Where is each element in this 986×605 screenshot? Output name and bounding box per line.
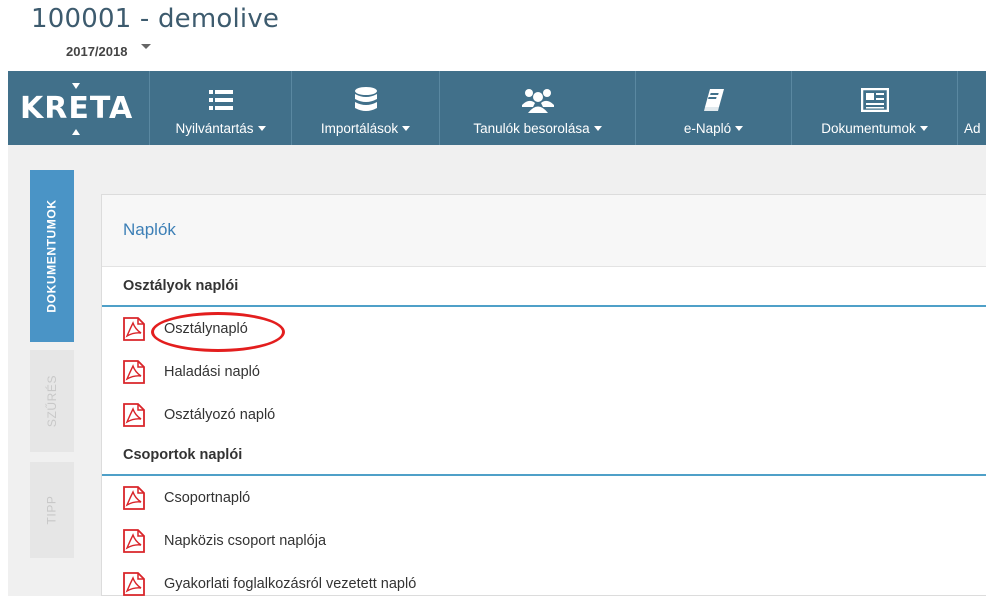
- list-icon: [208, 85, 233, 115]
- doc-link-csoportnaplo[interactable]: Csoportnapló: [102, 476, 986, 519]
- page-header: 100001 - demolive 2017/2018: [0, 0, 986, 71]
- pdf-icon: [123, 571, 145, 596]
- doc-label: Napközis csoport naplója: [164, 532, 327, 549]
- doc-link-haladasi-naplo[interactable]: Haladási napló: [102, 350, 986, 393]
- doc-label: Osztálynapló: [164, 320, 248, 337]
- nav-label: Ad: [964, 121, 981, 136]
- school-title: 100001 - demolive: [31, 4, 280, 34]
- pdf-icon: [123, 485, 145, 510]
- doc-label: Osztályozó napló: [164, 406, 276, 423]
- nav-label: Importálások: [320, 121, 399, 136]
- naplok-panel: Naplók Osztályok naplói Osztálynapló Hal…: [101, 194, 986, 596]
- doc-label: Haladási napló: [164, 363, 260, 380]
- doc-link-gyakorlati-foglalkozas-naplo[interactable]: Gyakorlati foglalkozásról vezetett napló: [102, 562, 986, 605]
- nav-item-importalasok[interactable]: Importálások: [292, 71, 440, 145]
- school-year-value: 2017/2018: [66, 44, 128, 59]
- nav-label: e-Napló: [683, 121, 732, 136]
- nav-item-dokumentumok[interactable]: Dokumentumok: [792, 71, 958, 145]
- section-header-csoportok: Csoportok naplói: [102, 436, 986, 476]
- school-year-select[interactable]: 2017/2018: [66, 44, 152, 59]
- side-tab-tipp[interactable]: TIPP: [30, 462, 74, 558]
- side-tab-label: TIPP: [44, 495, 59, 525]
- database-icon: [354, 85, 378, 115]
- nav-label: Nyilvántartás: [175, 121, 254, 136]
- doc-label: Gyakorlati foglalkozásról vezetett napló: [164, 575, 417, 592]
- nav-label: Dokumentumok: [821, 121, 916, 136]
- caret-down-icon: [735, 126, 744, 131]
- pdf-icon: [123, 402, 145, 427]
- logo-triangle-bottom: [72, 129, 80, 135]
- doc-link-osztalynaplo[interactable]: Osztálynapló: [102, 307, 986, 350]
- side-tab-label: DOKUMENTUMOK: [45, 199, 60, 313]
- caret-down-icon: [257, 126, 266, 131]
- doc-label: Csoportnapló: [164, 489, 251, 506]
- nav-label: Tanulók besorolása: [473, 121, 590, 136]
- nav-item-tanulok-besorolasa[interactable]: Tanulók besorolása: [440, 71, 636, 145]
- pdf-icon: [123, 316, 145, 341]
- newspaper-icon: [860, 85, 889, 115]
- caret-down-icon: [919, 126, 928, 131]
- caret-down-icon: [402, 126, 411, 131]
- doc-link-napkozis-csoport-naploja[interactable]: Napközis csoport naplója: [102, 519, 986, 562]
- section-header-osztalyok: Osztályok naplói: [102, 267, 986, 307]
- logo-triangle-top: [72, 83, 80, 89]
- side-tab-szures[interactable]: SZŰRÉS: [30, 350, 74, 452]
- pdf-icon: [123, 528, 145, 553]
- pdf-icon: [123, 359, 145, 384]
- book-icon: [703, 85, 725, 115]
- kreta-logo[interactable]: KRETA: [8, 71, 150, 145]
- nav-item-ad-truncated[interactable]: Ad: [958, 71, 986, 145]
- side-tab-label: SZŰRÉS: [45, 374, 59, 428]
- panel-title: Naplók: [102, 195, 986, 267]
- doc-link-osztalyozo-naplo[interactable]: Osztályozó napló: [102, 393, 986, 436]
- main-navbar: KRETA Nyilvántartás Importálások Tanulók…: [8, 71, 986, 145]
- users-icon: [521, 85, 555, 115]
- caret-down-icon: [141, 44, 152, 49]
- nav-item-nyilvantartas[interactable]: Nyilvántartás: [150, 71, 292, 145]
- side-tab-dokumentumok[interactable]: DOKUMENTUMOK: [30, 170, 74, 342]
- logo-text: KRETA: [20, 91, 134, 126]
- nav-item-e-naplo[interactable]: e-Napló: [636, 71, 792, 145]
- caret-down-icon: [593, 126, 602, 131]
